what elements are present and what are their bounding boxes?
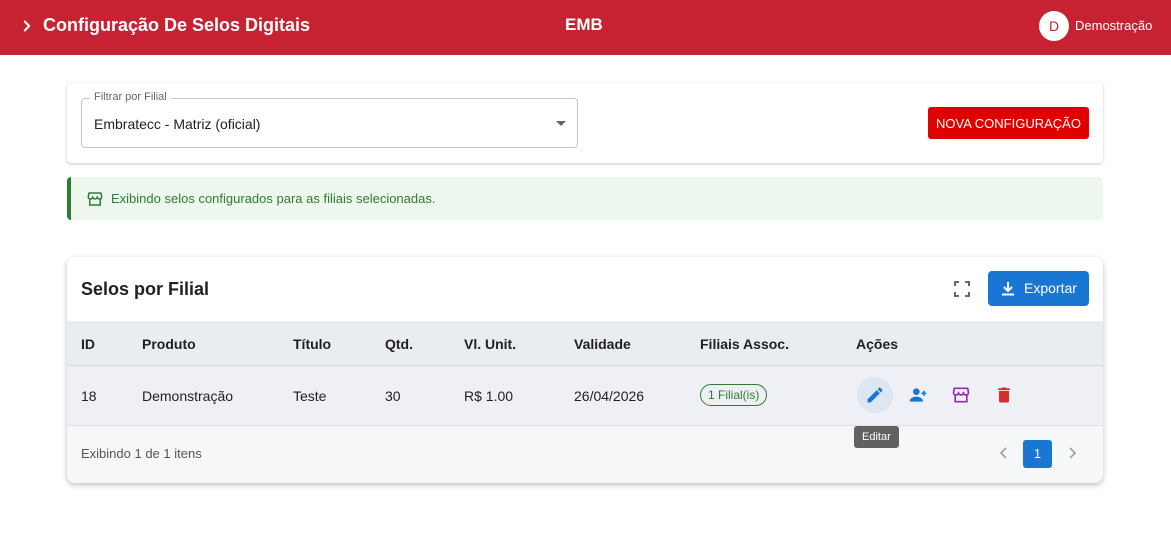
cell-qtd: 30 [385, 388, 401, 404]
table-row[interactable]: 18 Demonstração Teste 30 R$ 1.00 26/04/2… [67, 366, 1103, 426]
info-alert: Exibindo selos configurados para as fili… [67, 177, 1103, 220]
fullscreen-icon[interactable] [954, 281, 970, 297]
add-user-icon [909, 388, 927, 402]
store-icon [87, 192, 103, 206]
filter-card: Filtrar por Filial Embratecc - Matriz (o… [67, 83, 1103, 163]
export-button[interactable]: Exportar [988, 271, 1089, 306]
edit-button[interactable] [857, 377, 893, 413]
column-header-titulo[interactable]: Título [293, 336, 331, 352]
column-header-qtd[interactable]: Qtd. [385, 336, 413, 352]
chevron-left-icon[interactable] [996, 443, 1012, 463]
top-app-bar: Configuração De Selos Digitais EMB D Dem… [0, 0, 1171, 55]
delete-icon [998, 387, 1010, 403]
download-icon [1002, 282, 1014, 296]
cell-titulo: Teste [293, 388, 327, 404]
chevron-right-icon[interactable] [18, 17, 36, 35]
seals-table-card: Selos por Filial Exportar ID Produto Tít… [67, 257, 1103, 483]
table-title: Selos por Filial [81, 279, 210, 299]
edit-tooltip: Editar [854, 426, 899, 448]
column-header-validade[interactable]: Validade [574, 336, 631, 352]
branch-filter-value: Embratecc - Matriz (oficial) [94, 116, 261, 132]
brand-text: EMB [565, 15, 603, 34]
table-footer: Exibindo 1 de 1 itens 1 [67, 426, 1103, 483]
store-icon [952, 387, 970, 403]
column-header-acoes: Ações [856, 336, 899, 352]
cell-produto: Demonstração [142, 388, 234, 404]
avatar[interactable]: D [1039, 11, 1069, 41]
dropdown-arrow-icon [556, 121, 566, 126]
column-header-produto[interactable]: Produto [142, 336, 196, 352]
page-title: Configuração De Selos Digitais [43, 15, 311, 35]
branches-chip[interactable]: 1 Filial(is) [700, 384, 768, 406]
cell-id: 18 [81, 388, 97, 404]
alert-message: Exibindo selos configurados para as fili… [111, 191, 436, 206]
associate-user-button[interactable] [900, 377, 936, 413]
current-page-button[interactable]: 1 [1023, 440, 1052, 468]
edit-icon [867, 387, 883, 403]
cell-validade: 26/04/2026 [574, 388, 645, 404]
new-configuration-button[interactable]: NOVA CONFIGURAÇÃO [928, 107, 1089, 139]
branches-button[interactable] [943, 377, 979, 413]
branch-filter-label: Filtrar por Filial [90, 91, 171, 103]
items-count: Exibindo 1 de 1 itens [81, 446, 202, 461]
column-header-vl-unit[interactable]: Vl. Unit. [464, 336, 516, 352]
user-name[interactable]: Demostração [1075, 18, 1152, 33]
chevron-right-icon[interactable] [1064, 443, 1080, 463]
table-header: ID Produto Título Qtd. Vl. Unit. Validad… [67, 321, 1103, 366]
export-label: Exportar [1024, 280, 1077, 296]
branch-filter-select[interactable]: Filtrar por Filial Embratecc - Matriz (o… [81, 91, 578, 148]
column-header-filiais[interactable]: Filiais Assoc. [700, 336, 789, 352]
cell-vl-unit: R$ 1.00 [464, 388, 514, 404]
column-header-id[interactable]: ID [81, 336, 95, 352]
delete-button[interactable] [986, 377, 1022, 413]
